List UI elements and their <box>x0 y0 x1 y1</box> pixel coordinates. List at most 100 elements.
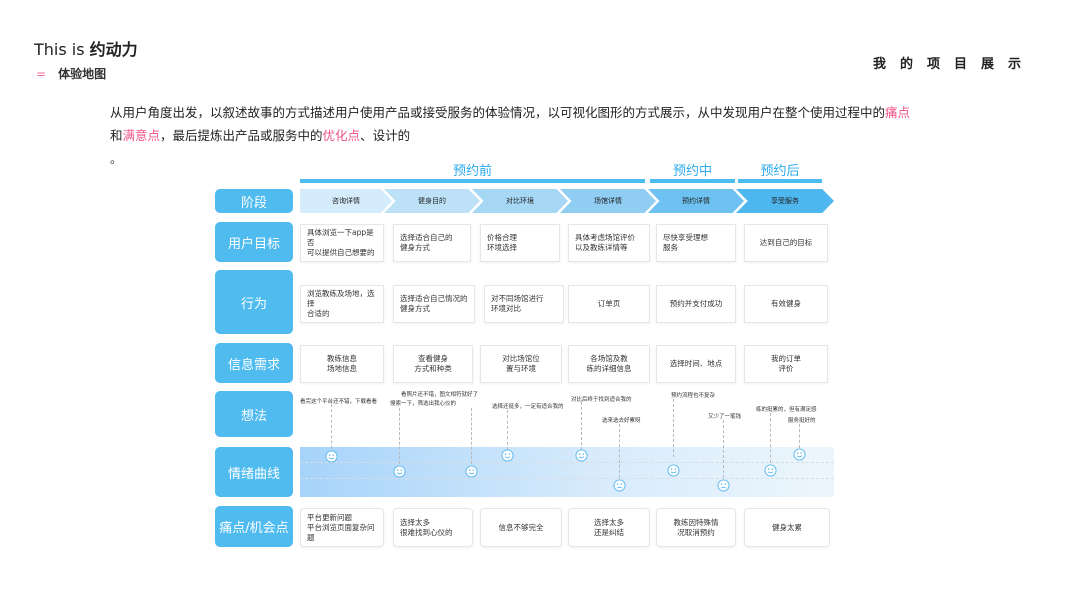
thought-10: 服务挺好的 <box>788 418 816 424</box>
smile-face-icon <box>667 464 680 477</box>
goal-text-4: 具体考虑场馆评价 以及教练详情等 <box>575 233 635 252</box>
emotion-band <box>300 447 834 497</box>
thought-7: 预约流程也不复杂 <box>671 393 716 399</box>
goal-cell-4: 具体考虑场馆评价 以及教练详情等 <box>568 224 650 262</box>
page-title: This is 约动力 <box>34 36 138 60</box>
intro-paragraph: 从用户角度出发，以叙述故事的方式描述用户使用产品或接受服务的体验情况，以可视化图… <box>110 101 990 147</box>
sad-face-icon <box>717 479 730 492</box>
info-cell-2: 查看健身 方式和种类 <box>393 345 473 383</box>
intro-text-3: ，最后提炼出产品或服务中的 <box>160 128 323 143</box>
goal-text-3: 价格合理 环境选择 <box>487 233 517 252</box>
phase-before-bar <box>300 179 645 183</box>
pain-cell-6: 健身太累 <box>744 508 830 547</box>
thought-3: 搜索一下，筛选出我心仪的 <box>390 401 457 407</box>
info-cell-6: 我的订单 评价 <box>744 345 828 383</box>
subtitle-dash: = <box>36 67 47 81</box>
phase-during-bar <box>650 179 735 183</box>
thought-2: 看照片还不错，图文相符就好了 <box>401 392 479 398</box>
subtitle-text: 体验地图 <box>58 67 107 81</box>
smile-face-icon <box>764 464 777 477</box>
subtitle: = 体验地图 <box>36 65 106 82</box>
title-name: 约动力 <box>89 40 138 59</box>
smile-face-icon <box>325 450 338 463</box>
stage-arrow-2: 健身目的 <box>384 189 480 213</box>
row-label-goal: 用户目标 <box>215 222 293 262</box>
goal-text-1: 具体浏览一下app是否 可以提供自己想要的 <box>307 228 375 257</box>
emotion-guide-bottom <box>300 478 834 479</box>
phase-during: 预约中 <box>672 164 712 179</box>
thought-9: 练的挺累的，但有满足感 <box>756 407 817 413</box>
info-cell-3: 对比场馆位 置与环境 <box>480 345 562 383</box>
row-label-emotion: 情绪曲线 <box>215 447 293 497</box>
behavior-text-3: 对不同场馆进行 环境对比 <box>491 294 544 313</box>
pain-text-4: 选择太多 还是纠结 <box>594 517 624 537</box>
row-label-thought: 想法 <box>215 391 293 437</box>
thought-8: 又少了一笔钱 <box>708 414 742 420</box>
connector-2 <box>399 408 400 464</box>
behavior-cell-2: 选择适合自己情况的 健身方式 <box>393 285 475 323</box>
thought-1: 看完这个平台还不错，下载看看 <box>300 399 378 405</box>
stage-label-6: 享受服务 <box>771 197 799 205</box>
behavior-text-6: 有效健身 <box>771 299 801 308</box>
goal-cell-5: 尽快享受理想 服务 <box>656 224 736 262</box>
pain-cell-1: 平台更新问题 平台浏览页面复杂问题 <box>300 508 384 547</box>
info-cell-5: 选择时间、地点 <box>656 345 736 383</box>
stage-arrow-1: 咨询详情 <box>300 189 392 213</box>
connector-10 <box>799 424 800 448</box>
connector-9 <box>770 413 771 463</box>
stage-label-1: 咨询详情 <box>332 197 360 205</box>
info-cell-4: 各场馆及教 练的详细信息 <box>568 345 650 383</box>
connector-8 <box>723 420 724 478</box>
title-prefix: This is <box>34 40 90 59</box>
behavior-text-1: 浏览教练及场地，选择 合适的 <box>307 289 375 318</box>
info-text-4: 各场馆及教 练的详细信息 <box>586 354 632 373</box>
info-text-3: 对比场馆位 置与环境 <box>502 354 540 373</box>
stage-label-5: 预约详情 <box>682 197 710 205</box>
pain-text-5: 教练因特殊情 况取消预约 <box>673 517 719 537</box>
behavior-text-5: 预约并支付成功 <box>669 299 723 308</box>
stage-arrow-5: 预约详情 <box>648 189 744 213</box>
intro-highlight-pain: 痛点 <box>885 105 911 120</box>
smile-face-icon <box>393 465 406 478</box>
info-text-2: 查看健身 方式和种类 <box>414 354 452 373</box>
row-label-pain: 痛点/机会点 <box>215 506 293 547</box>
goal-text-5: 尽快享受理想 服务 <box>663 233 708 252</box>
smile-face-icon <box>793 448 806 461</box>
stage-arrow-3: 对比环境 <box>472 189 568 213</box>
pain-text-2: 选择太多 很难找到心仪的 <box>400 517 453 537</box>
phase-before: 预约前 <box>452 164 492 179</box>
goal-text-2: 选择适合自己的 健身方式 <box>400 233 453 252</box>
connector-1 <box>331 404 332 454</box>
pain-cell-5: 教练因特殊情 况取消预约 <box>656 508 736 547</box>
behavior-cell-5: 预约并支付成功 <box>656 285 736 323</box>
thought-6: 选来选去好累呀 <box>602 418 641 424</box>
smile-face-icon <box>575 449 588 462</box>
intro-text-1: 从用户角度出发，以叙述故事的方式描述用户使用产品或接受服务的体验情况，以可视化图… <box>110 105 886 120</box>
behavior-cell-1: 浏览教练及场地，选择 合适的 <box>300 285 384 323</box>
pain-text-1: 平台更新问题 平台浏览页面复杂问题 <box>307 512 375 542</box>
intro-text-2: 和 <box>110 128 123 143</box>
goal-cell-1: 具体浏览一下app是否 可以提供自己想要的 <box>300 224 384 262</box>
connector-5 <box>581 402 582 450</box>
pain-text-6: 健身太累 <box>772 522 802 532</box>
sad-face-icon <box>613 479 626 492</box>
pain-cell-4: 选择太多 还是纠结 <box>568 508 650 547</box>
stage-label-2: 健身目的 <box>418 197 446 205</box>
info-text-5: 选择时间、地点 <box>669 359 723 368</box>
row-label-stage: 阶段 <box>215 189 293 213</box>
stage-label-4: 场馆详情 <box>594 197 622 205</box>
pain-text-3: 信息不够完全 <box>498 522 544 532</box>
behavior-cell-3: 对不同场馆进行 环境对比 <box>484 285 564 323</box>
connector-6 <box>619 424 620 478</box>
goal-cell-6: 达到自己的目标 <box>744 224 828 262</box>
row-label-behavior: 行为 <box>215 270 293 334</box>
info-text-6: 我的订单 评价 <box>771 354 801 373</box>
pain-cell-3: 信息不够完全 <box>480 508 562 547</box>
behavior-cell-6: 有效健身 <box>744 285 828 323</box>
behavior-cell-4: 订单页 <box>568 285 650 323</box>
stage-arrow-6: 享受服务 <box>736 189 834 213</box>
behavior-text-2: 选择适合自己情况的 健身方式 <box>400 294 468 313</box>
section-label: 我的项目展示 <box>872 57 1035 72</box>
behavior-text-4: 订单页 <box>597 299 621 308</box>
stage-arrow-4: 场馆详情 <box>560 189 656 213</box>
